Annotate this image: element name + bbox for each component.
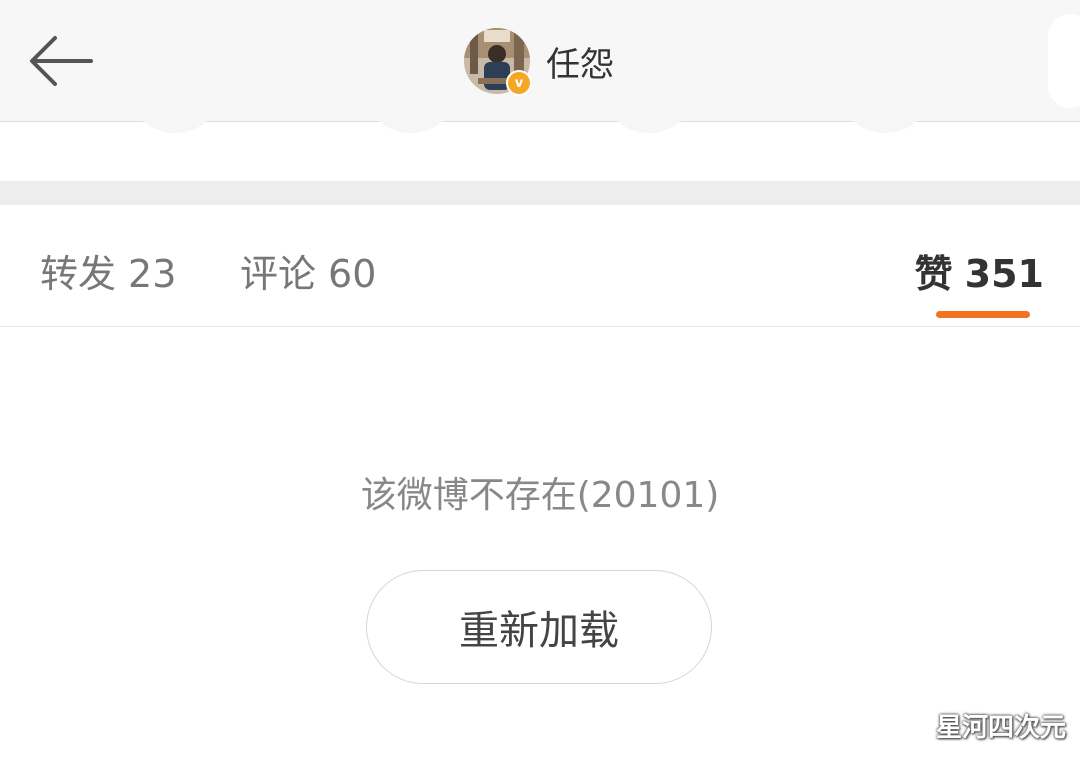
faded-action-shape — [840, 121, 930, 133]
interaction-tabs: 转发 23 评论 60 赞 351 — [0, 205, 1080, 327]
reload-button[interactable]: 重新加载 — [366, 570, 712, 684]
tab-count: 351 — [964, 252, 1044, 296]
username[interactable]: 任怨 — [546, 37, 614, 86]
tab-comments[interactable]: 评论 60 — [240, 243, 376, 298]
error-message: 该微博不存在(20101) — [360, 475, 720, 516]
avatar[interactable]: v — [464, 28, 532, 96]
faded-action-row — [0, 121, 1080, 135]
tab-label: 转发 — [40, 252, 117, 296]
tab-label: 赞 — [914, 252, 953, 296]
active-tab-indicator — [936, 311, 1030, 318]
section-divider — [0, 181, 1080, 205]
watermark: 星河四次元 — [935, 713, 1066, 743]
verified-badge-icon: v — [506, 70, 532, 96]
user-header[interactable]: v 任怨 — [464, 26, 614, 96]
tab-count: 60 — [328, 252, 377, 296]
right-edge-element — [1048, 14, 1080, 108]
faded-action-shape — [604, 121, 694, 133]
tab-label: 评论 — [240, 252, 317, 296]
faded-action-shape — [130, 121, 220, 133]
faded-action-shape — [366, 121, 456, 133]
back-button[interactable] — [20, 26, 100, 96]
top-navigation-bar: v 任怨 — [0, 0, 1080, 122]
tab-reposts[interactable]: 转发 23 — [40, 243, 176, 298]
tab-likes[interactable]: 赞 351 — [915, 243, 1044, 298]
tab-count: 23 — [128, 252, 177, 296]
arrow-left-icon — [30, 36, 93, 86]
